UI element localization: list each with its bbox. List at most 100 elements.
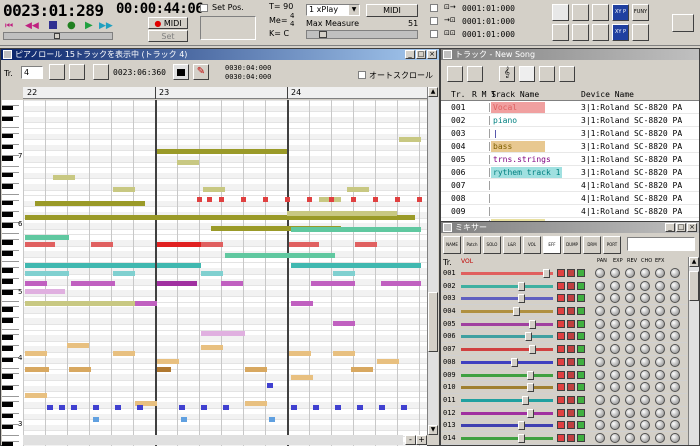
piano-key[interactable] xyxy=(2,206,19,212)
knob[interactable] xyxy=(595,280,605,291)
mixer-tab[interactable]: NAME xyxy=(443,236,461,254)
piano-key[interactable] xyxy=(2,307,13,312)
knob[interactable] xyxy=(655,394,665,405)
knob[interactable] xyxy=(625,331,635,342)
solo-button[interactable] xyxy=(577,357,585,366)
view-toggle-icon[interactable] xyxy=(173,64,189,80)
mixer-tab[interactable]: DUMP xyxy=(563,236,581,254)
fader-thumb[interactable] xyxy=(527,383,535,393)
note[interactable] xyxy=(25,393,47,398)
note[interactable] xyxy=(201,242,223,247)
note[interactable] xyxy=(113,187,135,192)
piano-key[interactable] xyxy=(2,385,13,391)
loop-icon[interactable]: ⊡⊡ xyxy=(444,29,456,37)
play-mode-select[interactable]: 1 xPlay ▼ xyxy=(306,4,360,16)
minimize-icon[interactable]: _ xyxy=(405,50,415,59)
note[interactable] xyxy=(347,187,369,192)
note[interactable] xyxy=(135,301,157,306)
close-icon[interactable]: × xyxy=(687,223,697,232)
note[interactable] xyxy=(137,405,143,410)
knob[interactable] xyxy=(595,407,605,418)
note[interactable] xyxy=(307,197,312,202)
note[interactable] xyxy=(335,405,341,410)
piano-key[interactable] xyxy=(2,380,19,386)
note[interactable] xyxy=(313,405,319,410)
knob[interactable] xyxy=(655,280,665,291)
track-select[interactable]: 4 xyxy=(21,66,43,79)
piano-key[interactable] xyxy=(2,172,13,178)
piano-key[interactable] xyxy=(2,391,19,397)
knob[interactable] xyxy=(595,369,605,380)
note[interactable] xyxy=(269,417,275,422)
note[interactable] xyxy=(311,281,355,286)
note[interactable] xyxy=(157,359,179,364)
knob[interactable] xyxy=(610,344,620,355)
knob[interactable] xyxy=(655,344,665,355)
fader-thumb[interactable] xyxy=(512,307,520,317)
knob[interactable] xyxy=(670,344,680,355)
knob[interactable] xyxy=(610,369,620,380)
knob[interactable] xyxy=(610,420,620,431)
knob[interactable] xyxy=(640,432,650,443)
fader-thumb[interactable] xyxy=(529,319,536,329)
piano-key[interactable] xyxy=(2,430,19,436)
solo-button[interactable] xyxy=(577,383,585,392)
table-row[interactable]: 007 4|1:Roland SC-8820 PA xyxy=(441,179,699,192)
record-arm-button[interactable] xyxy=(567,294,575,303)
solo-button[interactable] xyxy=(577,421,585,430)
note[interactable] xyxy=(53,175,75,180)
note[interactable] xyxy=(245,367,267,372)
knob[interactable] xyxy=(655,407,665,418)
zoom-out-icon[interactable]: - xyxy=(405,435,416,445)
tool-grid-icon[interactable] xyxy=(552,24,569,41)
mute-button[interactable] xyxy=(557,370,565,379)
locator-checkbox[interactable] xyxy=(430,17,438,25)
note[interactable] xyxy=(25,289,65,294)
note[interactable] xyxy=(291,375,313,380)
note[interactable] xyxy=(381,281,421,286)
note[interactable] xyxy=(263,197,268,202)
knob[interactable] xyxy=(610,432,620,443)
knob[interactable] xyxy=(670,356,680,367)
knob[interactable] xyxy=(670,280,680,291)
piano-key[interactable] xyxy=(2,128,19,134)
mute-button[interactable] xyxy=(557,433,565,442)
volume-fader[interactable] xyxy=(461,335,553,339)
note[interactable] xyxy=(377,359,399,364)
piano-key[interactable] xyxy=(2,184,13,189)
record-arm-button[interactable] xyxy=(567,357,575,366)
track-name[interactable] xyxy=(491,193,495,204)
solo-button[interactable] xyxy=(577,269,585,277)
piano-key[interactable] xyxy=(2,419,19,425)
knob[interactable] xyxy=(640,280,650,291)
note[interactable] xyxy=(93,417,99,422)
note[interactable] xyxy=(223,405,229,410)
piano-keyboard[interactable]: 7 6 5 4 3 xyxy=(2,100,24,446)
tool-extra-icon[interactable] xyxy=(672,14,694,32)
note[interactable] xyxy=(207,197,212,202)
volume-fader[interactable] xyxy=(461,272,553,275)
knob[interactable] xyxy=(595,382,605,393)
piano-key[interactable] xyxy=(2,100,19,106)
note[interactable] xyxy=(333,351,355,356)
note[interactable] xyxy=(285,197,290,202)
piano-key[interactable] xyxy=(2,318,13,323)
setpos-field[interactable] xyxy=(200,16,256,40)
track-name[interactable]: bass xyxy=(491,141,545,152)
tool-mixer-icon[interactable] xyxy=(572,4,589,21)
note[interactable] xyxy=(267,383,273,388)
piano-key[interactable] xyxy=(2,150,19,156)
note[interactable] xyxy=(35,201,145,206)
knob[interactable] xyxy=(610,356,620,367)
piano-key[interactable] xyxy=(2,301,19,308)
knob[interactable] xyxy=(640,331,650,342)
piano-key[interactable] xyxy=(2,234,19,240)
piano-key[interactable] xyxy=(2,256,19,263)
mute-button[interactable] xyxy=(557,332,565,341)
note[interactable] xyxy=(157,367,171,372)
knob[interactable] xyxy=(595,344,605,355)
record-arm-button[interactable] xyxy=(567,345,575,354)
piano-key[interactable] xyxy=(2,228,19,235)
note[interactable] xyxy=(201,331,245,336)
note[interactable] xyxy=(25,242,55,247)
